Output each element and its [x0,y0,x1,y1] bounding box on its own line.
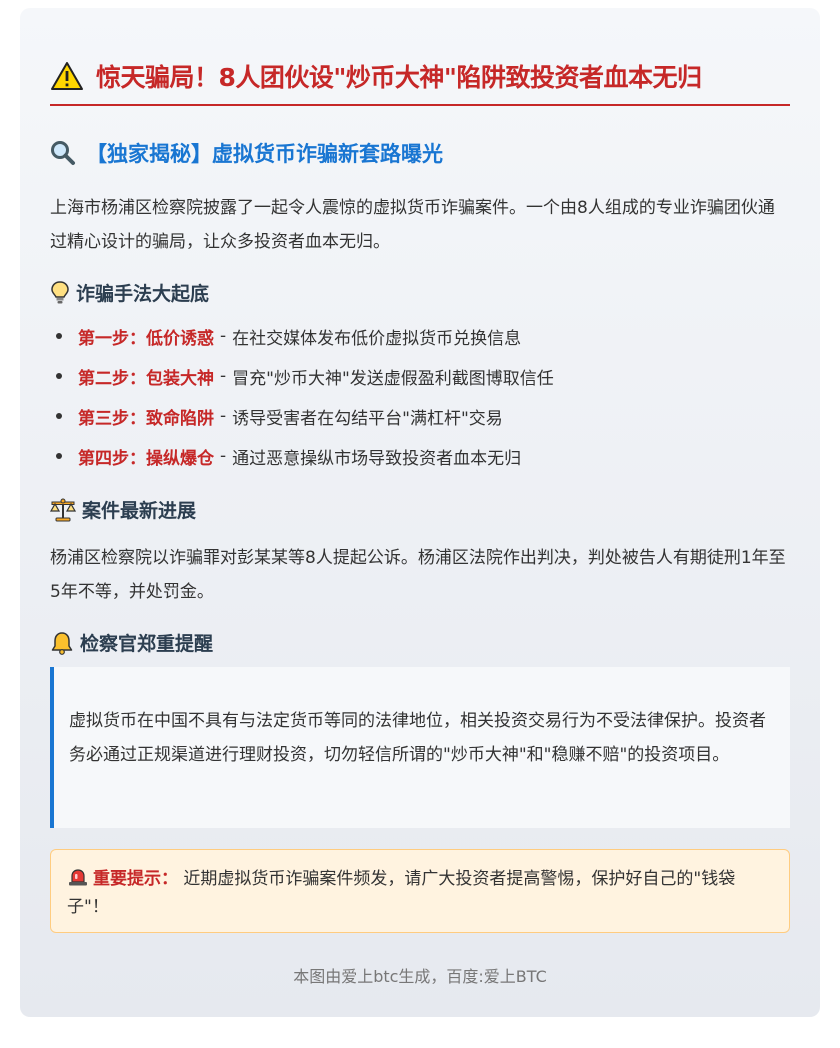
siren-icon [67,867,89,887]
step-label: 第二步：包装大神 [78,368,214,389]
progress-heading-text: 案件最新进展 [82,500,197,522]
bell-icon [50,631,74,655]
article-card: 惊天骗局！8人团伙设"炒币大神"陷阱致投资者血本无归 【独家揭秘】虚拟货币诈骗新… [20,8,820,1017]
steps-list: 第一步：低价诱惑 - 在社交媒体发布低价虚拟货币兑换信息 第二步：包装大神 - … [50,316,790,476]
list-item: 第三步：致命陷阱 - 诱导受害者在勾结平台"满杠杆"交易 [50,396,790,436]
subtitle: 【独家揭秘】虚拟货币诈骗新套路曝光 [50,138,443,168]
progress-heading: 案件最新进展 [50,496,196,523]
bullet-icon [56,373,62,379]
subtitle-text: 【独家揭秘】虚拟货币诈骗新套路曝光 [86,142,443,166]
lightbulb-icon [50,280,70,305]
step-label: 第一步：低价诱惑 [78,328,214,349]
scales-icon [50,498,76,522]
step-description: 在社交媒体发布低价虚拟货币兑换信息 [232,328,522,349]
magnifier-icon [50,140,76,166]
intro-paragraph: 上海市杨浦区检察院披露了一起令人震惊的虚拟货币诈骗案件。一个由8人组成的专业诈骗… [50,198,775,252]
list-item: 第四步：操纵爆仓 - 通过恶意操纵市场导致投资者血本无归 [50,436,790,476]
bullet-icon [56,413,62,419]
list-item: 第一步：低价诱惑 - 在社交媒体发布低价虚拟货币兑换信息 [50,316,790,356]
reminder-heading: 检察官郑重提醒 [50,629,213,656]
bullet-icon [56,333,62,339]
footer-credit: 本图由爱上btc生成，百度:爱上BTC [293,967,547,986]
step-description: 通过恶意操纵市场导致投资者血本无归 [232,448,522,469]
article-title: 惊天骗局！8人团伙设"炒币大神"陷阱致投资者血本无归 [50,58,790,106]
step-label: 第三步：致命陷阱 [78,408,214,429]
warning-icon [50,61,84,91]
notice-label: 重要提示： [93,869,178,889]
step-separator: - [220,406,227,426]
progress-paragraph: 杨浦区检察院以诈骗罪对彭某某等8人提起公诉。杨浦区法院作出判决，判处被告人有期徒… [50,548,786,602]
methods-heading-text: 诈骗手法大起底 [76,283,210,305]
reminder-heading-text: 检察官郑重提醒 [80,633,214,655]
reminder-quote: 虚拟货币在中国不具有与法定货币等同的法律地位，相关投资交易行为不受法律保护。投资… [50,667,790,828]
list-item: 第二步：包装大神 - 冒充"炒币大神"发送虚假盈利截图博取信任 [50,356,790,396]
step-label: 第四步：操纵爆仓 [78,448,214,469]
step-separator: - [220,326,227,346]
step-separator: - [220,446,227,466]
step-separator: - [220,366,227,386]
step-description: 诱导受害者在勾结平台"满杠杆"交易 [232,408,503,429]
title-text: 惊天骗局！8人团伙设"炒币大神"陷阱致投资者血本无归 [96,63,702,92]
methods-heading: 诈骗手法大起底 [50,279,209,306]
step-description: 冒充"炒币大神"发送虚假盈利截图博取信任 [232,368,554,389]
important-notice: 重要提示： 近期虚拟货币诈骗案件频发，请广大投资者提高警惕，保护好自己的"钱袋子… [50,849,790,933]
bullet-icon [56,453,62,459]
